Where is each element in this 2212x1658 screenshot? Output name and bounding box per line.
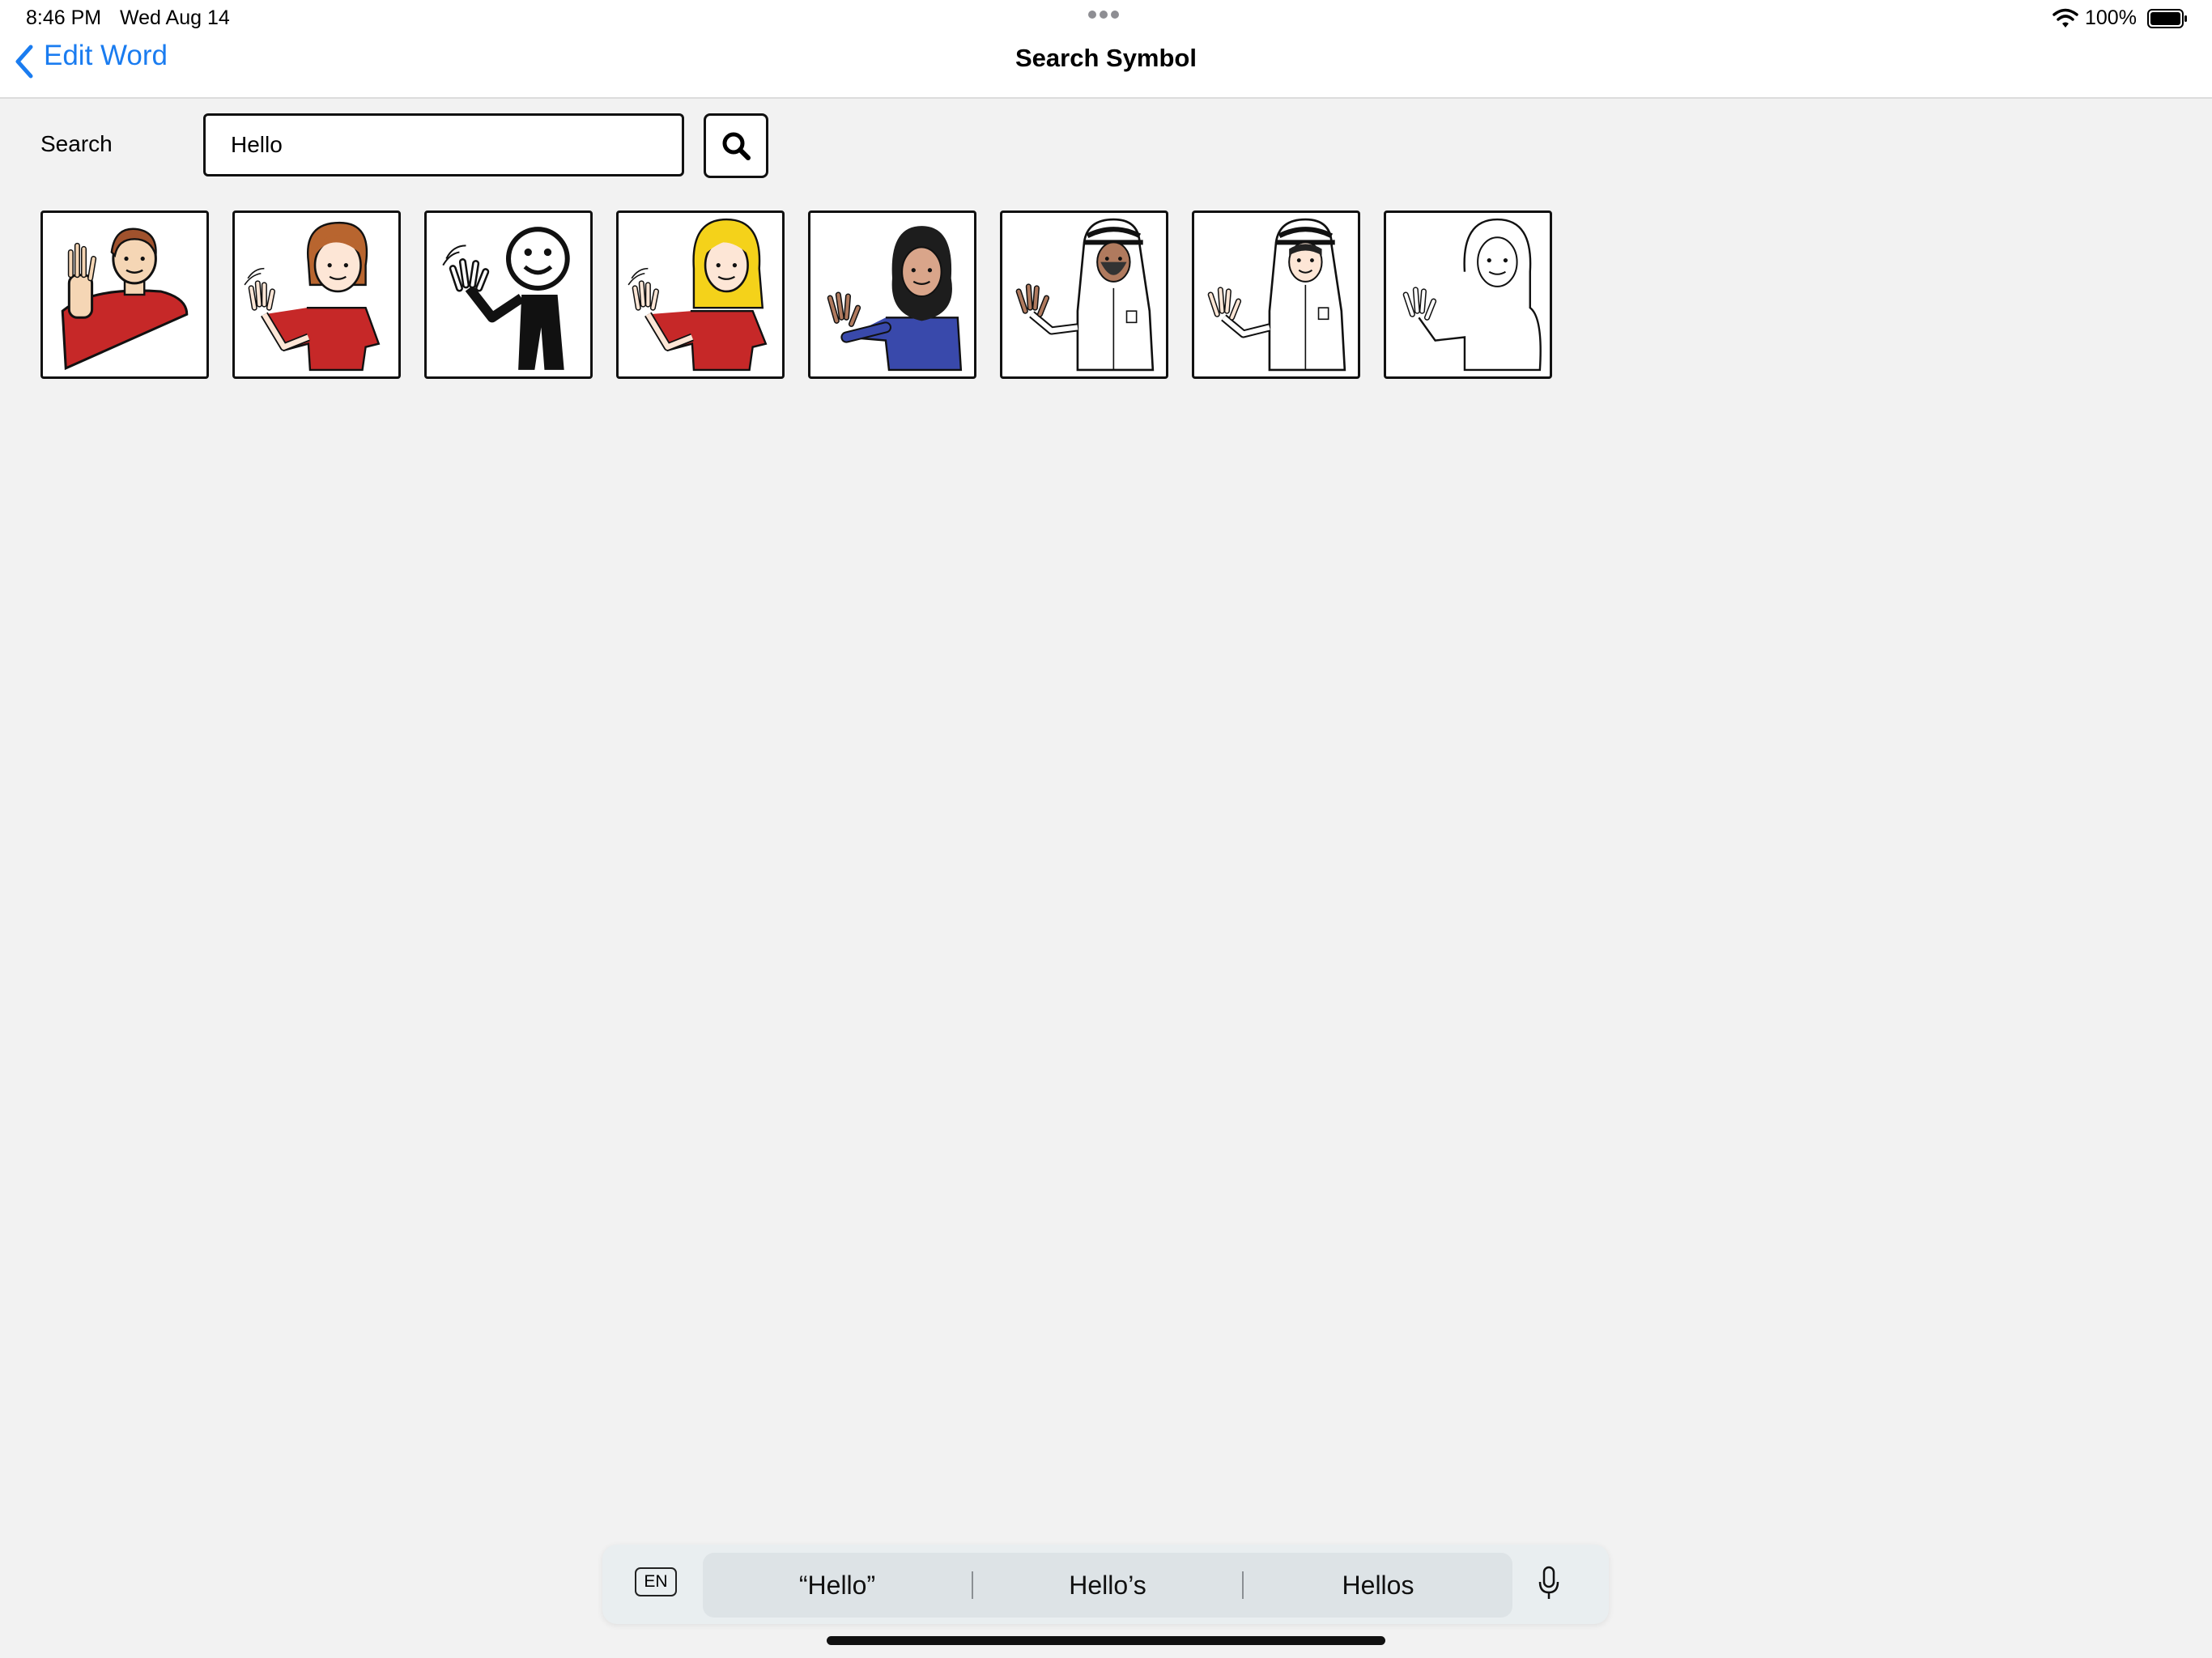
status-date: Wed Aug 14 <box>120 6 230 29</box>
predictive-suggestions: “Hello” Hello’s Hellos <box>703 1553 1512 1618</box>
search-button[interactable] <box>704 113 768 178</box>
keyboard-shortcut-bar: EN “Hello” Hello’s Hellos <box>602 1545 1609 1624</box>
outline-person-symbol <box>1402 218 1542 372</box>
symbol-result[interactable] <box>616 210 785 379</box>
wifi-icon <box>2052 8 2078 28</box>
multitasking-dots[interactable] <box>1088 8 1125 19</box>
symbol-result[interactable] <box>232 210 401 379</box>
ghutra-man-symbol <box>1015 218 1155 372</box>
symbol-result[interactable] <box>1000 210 1168 379</box>
language-switch-key[interactable]: EN <box>635 1567 677 1596</box>
suggestion-item[interactable]: “Hello” <box>703 1571 972 1601</box>
home-indicator[interactable] <box>827 1636 1385 1645</box>
symbol-result[interactable] <box>1192 210 1360 379</box>
magnifier-icon <box>722 132 751 160</box>
ghutra-boy-symbol <box>1207 218 1346 372</box>
symbol-result[interactable] <box>808 210 976 379</box>
status-time: 8:46 PM <box>26 6 102 29</box>
symbol-result[interactable] <box>40 210 209 379</box>
search-label: Search <box>40 131 113 156</box>
navigation-bar: 8:46 PM Wed Aug 14 100% Edit Word Search… <box>0 0 2212 99</box>
suggestion-item[interactable]: Hellos <box>1244 1571 1512 1601</box>
microphone-icon[interactable] <box>1537 1566 1561 1601</box>
stick-figure-symbol <box>442 227 570 370</box>
suggestion-item[interactable]: Hello’s <box>973 1571 1242 1601</box>
page-title: Search Symbol <box>1015 44 1197 72</box>
search-input[interactable] <box>203 113 684 176</box>
battery-icon <box>2147 9 2187 28</box>
hijab-woman-symbol <box>827 226 963 372</box>
battery-percentage: 100% <box>2085 6 2137 29</box>
man-waving-symbol <box>61 227 189 371</box>
symbol-result[interactable] <box>1384 210 1552 379</box>
girl-waving-symbol <box>244 221 381 372</box>
blonde-girl-symbol <box>627 218 768 372</box>
symbol-result[interactable] <box>424 210 593 379</box>
